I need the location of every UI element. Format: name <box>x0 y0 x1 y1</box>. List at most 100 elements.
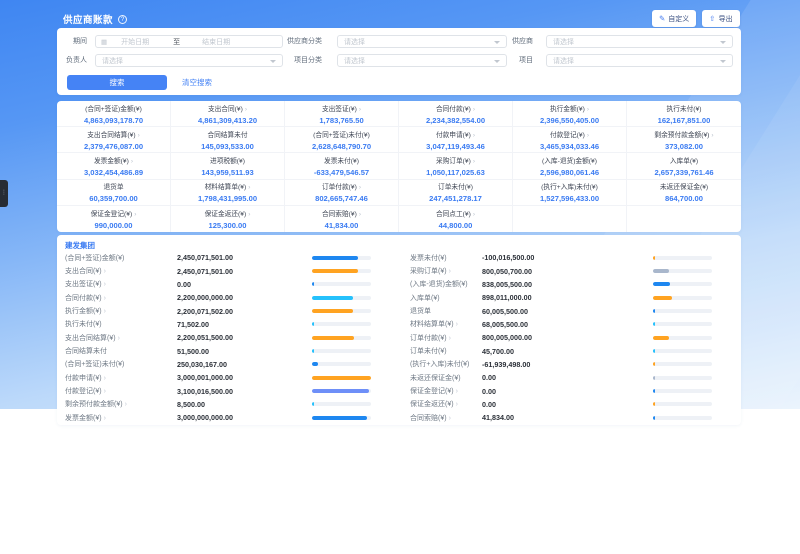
summary-card[interactable]: 支出合同结算(¥)›2,379,476,087.00 <box>57 127 171 153</box>
drilldown-arrow-icon: › <box>248 184 250 191</box>
summary-card[interactable]: 执行金额(¥)›2,396,550,405.00 <box>513 101 627 127</box>
metric-label: 合同结算未付 <box>65 346 177 356</box>
summary-card-label: 发票未付(¥) <box>324 155 359 165</box>
project-category-label: 项目分类 <box>270 54 322 67</box>
summary-card: 退货单60,359,700.00 <box>57 180 171 206</box>
metric-row: 支出合同结算(¥)›2,200,051,500.00 <box>65 331 371 344</box>
metric-bar-fill <box>653 336 669 340</box>
drilldown-arrow-icon: › <box>138 132 140 139</box>
metric-row: (入库-退货)金额(¥)838,005,500.00 <box>410 278 712 291</box>
metric-row: 执行金额(¥)›2,200,071,502.00 <box>65 304 371 317</box>
export-button[interactable]: ⇧ 导出 <box>702 10 739 27</box>
drilldown-arrow-icon: › <box>359 106 361 113</box>
metric-label[interactable]: 采购订单(¥)› <box>410 266 482 276</box>
drilldown-arrow-icon: › <box>449 415 451 422</box>
summary-card[interactable]: 支出合同(¥)›4,861,309,413.20 <box>171 101 285 127</box>
metric-label[interactable]: 付款申请(¥)› <box>65 373 177 383</box>
summary-card: (入库-退货)金额(¥) 2,596,980,061.46 <box>513 153 627 179</box>
summary-card: 发票未付(¥)-633,479,546.57 <box>285 153 399 179</box>
summary-card-label: (执行+入库)未付(¥) <box>541 181 598 191</box>
header-toolbar: ✎ 自定义 ⇧ 导出 <box>652 10 740 27</box>
drilldown-arrow-icon: › <box>587 106 589 113</box>
summary-card[interactable]: 合同索赔(¥)›41,834.00 <box>285 206 399 232</box>
drilldown-arrow-icon: › <box>104 388 106 395</box>
metric-row: 支出签证(¥)›0.00 <box>65 278 371 291</box>
metric-row: 剩余预付款金额(¥)›8,500.00 <box>65 398 371 411</box>
metric-value: 2,450,071,501.00 <box>177 253 312 262</box>
summary-grid: (合同+签证)金额(¥)4,863,093,178.70支出合同(¥)›4,86… <box>57 101 741 232</box>
metric-label[interactable]: 材料结算单(¥)› <box>410 319 482 329</box>
summary-card-label: (入库-退货)金额(¥) <box>542 155 597 165</box>
metric-label[interactable]: 合同付款(¥)› <box>65 293 177 303</box>
summary-card[interactable]: 支出签证(¥)›1,783,765.50 <box>285 101 399 127</box>
metric-label[interactable]: 支出签证(¥)› <box>65 279 177 289</box>
summary-card[interactable]: 保证金返还(¥)›125,300.00 <box>171 206 285 232</box>
metric-row: 退货单60,005,500.00 <box>410 304 712 317</box>
project-category-placeholder: 请选择 <box>344 56 365 66</box>
summary-card[interactable]: 剩余预付款金额(¥)›373,082.00 <box>627 127 741 153</box>
metric-label[interactable]: 发票金额(¥)› <box>65 413 177 423</box>
summary-card[interactable]: 合同付款(¥)›2,234,382,554.00 <box>399 101 513 127</box>
metric-value: 68,005,500.00 <box>482 320 653 329</box>
metric-row: 付款登记(¥)›3,100,016,500.00 <box>65 384 371 397</box>
customize-button[interactable]: ✎ 自定义 <box>652 10 696 27</box>
metric-bar <box>312 322 371 326</box>
summary-card-label: 进项税额(¥) <box>210 155 245 165</box>
drilldown-arrow-icon: › <box>359 184 361 191</box>
metric-value: -100,016,500.00 <box>482 253 653 262</box>
summary-card[interactable]: 发票金额(¥)›3,032,454,486.89 <box>57 153 171 179</box>
summary-card-value: 2,396,550,405.00 <box>540 116 599 125</box>
metric-label[interactable]: 支出合同(¥)› <box>65 266 177 276</box>
date-range-input[interactable]: ▦ 开始日期 至 结束日期 <box>95 35 283 48</box>
summary-card[interactable]: 采购订单(¥)›1,050,117,025.63 <box>399 153 513 179</box>
help-icon[interactable]: ? <box>118 15 127 24</box>
project-label: 项目 <box>480 54 533 67</box>
metric-bar-fill <box>653 402 655 406</box>
metric-label[interactable]: 保证金登记(¥)› <box>410 386 482 396</box>
metric-label[interactable]: 付款登记(¥)› <box>65 386 177 396</box>
metric-value: 41,834.00 <box>482 413 653 422</box>
metric-bar-fill <box>312 376 371 380</box>
period-label: 期间 <box>57 35 87 48</box>
metric-bar-fill <box>653 309 655 313</box>
metric-label[interactable]: 保证金返还(¥)› <box>410 399 482 409</box>
customize-button-label: 自定义 <box>668 14 689 24</box>
summary-card[interactable]: 订单付款(¥)›802,665,747.46 <box>285 180 399 206</box>
owner-select[interactable]: 请选择 <box>95 54 283 67</box>
search-button[interactable]: 搜索 <box>67 75 167 90</box>
clear-search-link[interactable]: 清空搜索 <box>182 75 212 90</box>
drilldown-arrow-icon: › <box>456 401 458 408</box>
summary-card[interactable]: 合同点工(¥)›44,800.00 <box>399 206 513 232</box>
summary-card-label: 剩余预付款金额(¥)› <box>654 129 713 139</box>
summary-card[interactable]: 付款申请(¥)›3,047,119,493.46 <box>399 127 513 153</box>
summary-card-value: 3,032,454,486.89 <box>84 168 143 177</box>
metric-label[interactable]: 支出合同结算(¥)› <box>65 333 177 343</box>
drilldown-arrow-icon: › <box>104 308 106 315</box>
summary-card-value: 2,596,980,061.46 <box>540 168 599 177</box>
summary-card-value: 44,800.00 <box>439 221 473 230</box>
metric-label[interactable]: 剩余预付款金额(¥)› <box>65 399 177 409</box>
summary-card[interactable]: 保证金登记(¥)›990,000.00 <box>57 206 171 232</box>
metric-bar-fill <box>312 362 318 366</box>
metric-bar-fill <box>312 296 353 300</box>
summary-card-label: 订单付款(¥)› <box>322 181 361 191</box>
chevron-down-icon <box>720 60 726 63</box>
metric-row: (合同+签证)未付(¥)250,030,167.00 <box>65 358 371 371</box>
summary-card[interactable]: 付款登记(¥)›3,465,934,033.46 <box>513 127 627 153</box>
metric-label: (执行+入库)未付(¥) <box>410 359 482 369</box>
summary-card-value: 2,234,382,554.00 <box>426 116 485 125</box>
supplier-select[interactable]: 请选择 <box>546 35 733 48</box>
metric-row: 未返还保证金(¥)0.00 <box>410 371 712 384</box>
summary-card-label: 合同结算未付 <box>207 129 247 139</box>
summary-card[interactable]: 材料结算单(¥)›1,798,431,995.00 <box>171 180 285 206</box>
summary-card-label: 合同索赔(¥)› <box>322 208 361 218</box>
metric-value: 3,000,001,000.00 <box>177 373 312 382</box>
sidebar-collapse-handle[interactable]: ⋮ <box>0 180 8 207</box>
metric-label[interactable]: 合同索赔(¥)› <box>410 413 482 423</box>
summary-card-value: 990,000.00 <box>94 221 132 230</box>
project-select[interactable]: 请选择 <box>546 54 733 67</box>
group-name[interactable]: 建发集团 <box>65 240 95 251</box>
metric-label[interactable]: 执行金额(¥)› <box>65 306 177 316</box>
metric-value: 2,200,051,500.00 <box>177 333 312 342</box>
metric-label[interactable]: 订单付款(¥)› <box>410 333 482 343</box>
